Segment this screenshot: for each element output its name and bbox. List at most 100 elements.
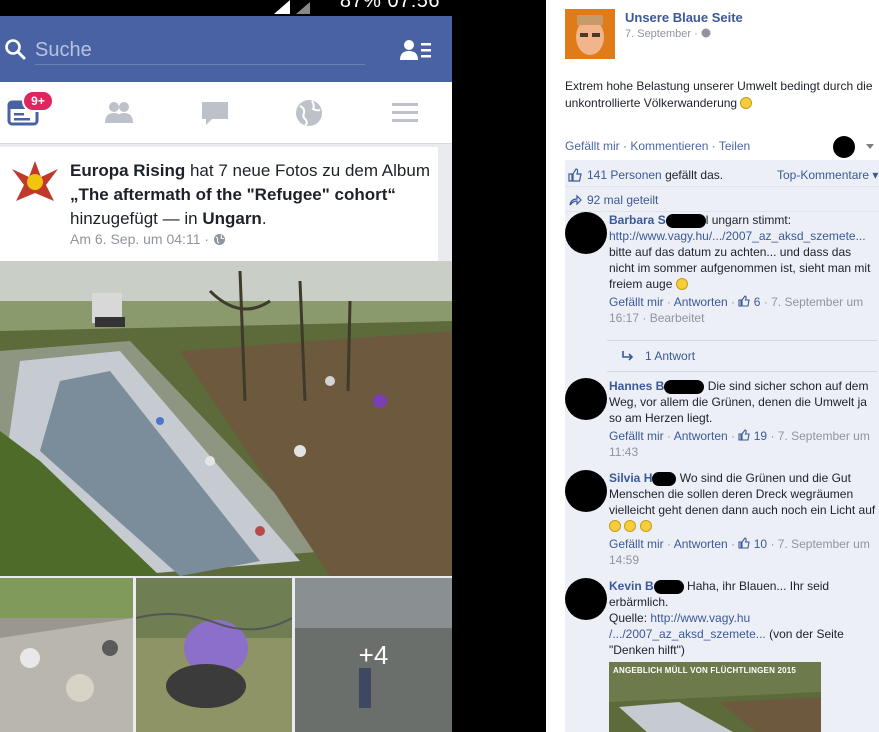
commenter-name[interactable]: Hannes B [609,379,664,393]
comment-reply-button[interactable]: Antworten [674,295,728,309]
chevron-down-icon[interactable] [866,144,874,149]
smiley-icon [675,278,688,290]
likes-text: 141 Personen gefällt das. [587,163,723,187]
redacted-name [653,579,684,594]
redacted-avatar [565,212,607,254]
post-actions: Gefällt mir · Kommentieren · Teilen [565,139,879,153]
album-link[interactable]: „The aftermath of the "Refugee" cohort“ [70,185,396,204]
post-date-text: 7. September · [625,28,701,40]
search-bar: Suche [0,16,452,82]
link-preview-image[interactable]: ANGEBLICH MÜLL VON FLÜCHTLINGEN 2015 [609,662,821,732]
comment-body: Hannes B Die sind sicher schon auf dem W… [609,378,879,460]
comment-meta: Gefällt mir · Antworten · 6 · 7. Septemb… [609,295,864,325]
thumbs-up-icon [738,537,751,549]
shares-link[interactable]: 92 mal geteilt [587,188,658,212]
location-link[interactable]: Ungarn [202,209,262,228]
redacted-name [664,379,705,394]
comment-reply-button[interactable]: Antworten [674,429,728,443]
redacted-avatar [565,378,607,420]
photo-thumbnail[interactable] [136,578,292,732]
view-replies-link[interactable]: 1 Antwort [607,340,877,372]
smiley-icon [609,520,621,532]
search-icon[interactable] [4,38,26,60]
thumbs-up-icon [738,295,751,307]
redaction-dot [833,136,855,158]
comment-button[interactable]: Kommentieren [630,139,708,153]
comment-body: Kevin B Haha, ihr Blauen... Ihr seid erb… [609,578,879,658]
comment-like-button[interactable]: Gefällt mir [609,295,664,309]
reply-count: 1 Antwort [645,349,696,363]
reply-arrow-icon [622,351,634,361]
comment-like-count[interactable]: 19 [754,429,767,443]
comment-reply-button[interactable]: Antworten [674,537,728,551]
more-photos-thumbnail[interactable]: +4 [295,578,452,732]
thumbs-up-icon [568,168,582,182]
post-text: Extrem hohe Belastung unserer Umwelt bed… [565,78,877,112]
separator: · [708,139,719,153]
likes-count-link[interactable]: 141 Personen [587,168,662,182]
headline-tail: hinzugefügt — in [70,209,203,228]
preview-caption: ANGEBLICH MÜLL VON FLÜCHTLINGEN 2015 [613,666,797,675]
comment-body: Silvia H Wo sind die Grünen und die Gut … [609,470,879,568]
shares-summary: 92 mal geteilt [565,188,879,212]
comment-meta: Gefällt mir · Antworten · 19 · 7. Septem… [609,429,870,459]
page-name-link[interactable]: Unsere Blaue Seite [625,10,743,25]
barbed-wire-photo [136,578,292,732]
headline-text: hat 7 neue Fotos zu dem Album [185,161,430,180]
post-body: Extrem hohe Belastung unserer Umwelt bed… [565,79,873,110]
friends-list-icon[interactable] [400,38,432,62]
desktop-post: Unsere Blaue Seite 7. September · Extrem… [546,0,879,732]
smiley-icon [740,97,753,109]
share-arrow-icon [569,194,582,206]
garbage-pile-photo [0,578,133,732]
status-text: 87% 07:56 [339,0,440,12]
search-input[interactable]: Suche [35,35,365,65]
commenter-name[interactable]: Barbara S [609,213,666,227]
share-button[interactable]: Teilen [719,139,750,153]
comment-like-button[interactable]: Gefällt mir [609,429,664,443]
likes-summary: 141 Personen gefällt das. Top-Kommentare… [565,163,879,187]
comment-like-count[interactable]: 10 [754,537,767,551]
post-header: Europa Rising hat 7 neue Fotos zu dem Al… [0,147,438,261]
top-comments-dropdown[interactable]: Top-Kommentare ▾ [777,163,878,187]
comments-section: 141 Personen gefällt das. Top-Kommentare… [565,160,879,732]
comment-text: bitte auf das datum zu achten... und das… [609,245,871,291]
headline-end: . [261,209,267,228]
page-avatar[interactable] [565,9,615,59]
post-time: Am 6. Sep. um 04:11 · [70,231,213,247]
comment-like-count[interactable]: 6 [754,295,761,309]
globe-icon [213,234,225,245]
main-photo[interactable] [0,261,452,576]
notification-badge: 9+ [24,92,52,110]
redacted-avatar [565,578,607,620]
comment-meta: Gefällt mir · Antworten · 10 · 7. Septem… [609,537,870,567]
comment-like-button[interactable]: Gefällt mir [609,537,664,551]
globe-icon [701,28,711,38]
smiley-icon [639,520,652,532]
friends-icon[interactable] [102,96,136,130]
smiley-icon [624,520,637,532]
more-photos-count: +4 [358,640,389,670]
redacted-avatar [565,470,607,512]
tab-bar: 9+ [0,82,452,144]
messages-icon[interactable] [198,96,232,130]
redacted-name [665,213,706,228]
source-label: Quelle: [609,611,651,625]
status-bar: 87% 07:56 [0,0,452,16]
like-button[interactable]: Gefällt mir [565,139,620,153]
comment-link[interactable]: http://www.vagy.hu/.../2007_az_aksd_szem… [609,229,866,243]
page-name-link[interactable]: Europa Rising [70,161,185,180]
photo-thumbnail[interactable] [0,578,133,732]
commenter-name[interactable]: Silvia H [609,471,652,485]
mobile-screenshot: 87% 07:56 Suche 9+ Europa Rising hat 7 n… [0,0,452,732]
europa-rising-logo[interactable] [8,155,62,209]
commenter-name[interactable]: Kevin B [609,579,654,593]
menu-icon[interactable] [388,96,422,130]
post-date: 7. September · [625,28,711,40]
globe-icon[interactable] [292,96,326,130]
top-comments-label: Top-Kommentare [777,168,870,182]
comment-edited: Bearbeitet [649,311,705,325]
litter-ditch-photo [0,261,452,576]
thumbs-up-icon [738,429,751,441]
comment-body: Barbara S l ungarn stimmt: http://www.vag… [609,212,879,326]
